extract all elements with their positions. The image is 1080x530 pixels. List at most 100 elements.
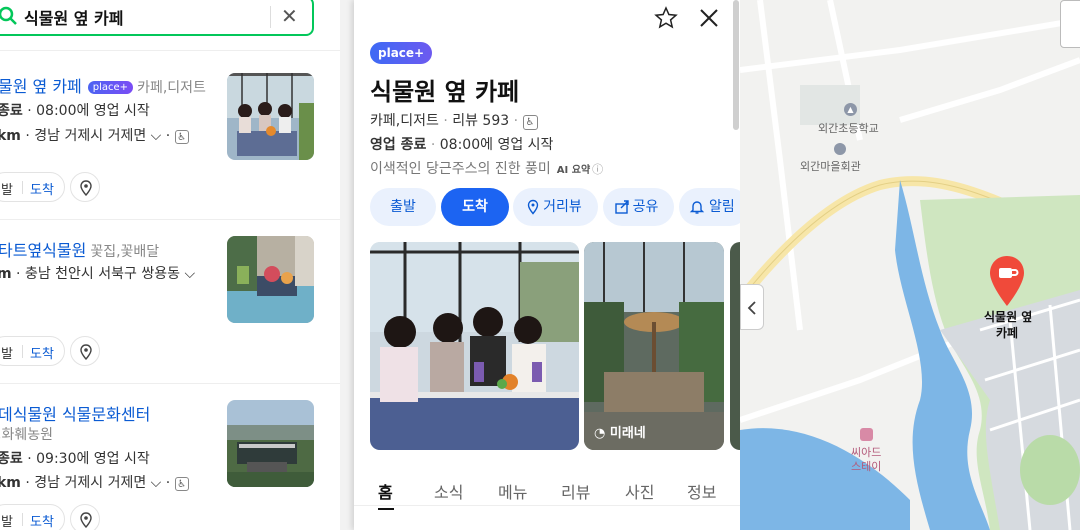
address-text: 충남 천안시 서북구 쌍용동 (24, 266, 180, 282)
alert-label: 알림 (709, 199, 735, 215)
map-canvas[interactable] (740, 0, 1080, 530)
location-pin-icon (80, 180, 92, 197)
share-button[interactable]: 공유 (603, 188, 674, 226)
school-icon: ▲ (844, 103, 857, 116)
tab-menu[interactable]: 메뉴 (498, 479, 527, 503)
globe-icon: ◔ (594, 426, 606, 441)
alert-button[interactable]: 알림 (679, 188, 749, 226)
place-pin-icon[interactable] (988, 254, 1026, 308)
divider (22, 345, 23, 358)
accessibility-icon: ♿ (174, 130, 189, 144)
search-icon (0, 6, 17, 25)
search-input[interactable]: 식물원 옆 카페 (24, 5, 123, 29)
chevron-down-icon[interactable]: ⌵ (151, 475, 162, 491)
result-address-row: km · 경남 거제시 거제면 ⌵ · ♿ (0, 125, 189, 145)
photo-caption: ◔ 미래네 (594, 422, 646, 441)
ai-summary-label: AI 요약 (556, 165, 591, 176)
location-pin-button[interactable] (70, 336, 100, 366)
arrive-button[interactable]: 도착 (30, 511, 54, 530)
result-category: 카페,디저트 (137, 80, 206, 96)
chevron-left-icon (747, 301, 756, 315)
location-pin-icon (527, 199, 539, 215)
result-title-row[interactable]: 타트옆식물원 꽃집,꽃배달 (0, 237, 159, 261)
close-icon[interactable] (698, 7, 720, 29)
chevron-down-icon[interactable]: ⌵ (184, 266, 195, 282)
divider (0, 50, 340, 51)
status-text: 영업 종료 (370, 137, 427, 153)
collapse-panel-button[interactable] (740, 284, 764, 330)
accessibility-icon: ♿ (522, 115, 538, 130)
map-label-school: 외간초등학교 (818, 122, 879, 135)
map-layer-control[interactable] (1060, 0, 1080, 48)
depart-button[interactable]: 발 (1, 179, 13, 198)
share-label: 공유 (632, 199, 659, 215)
secondary-photo[interactable]: ◔ 미래네 (584, 242, 724, 450)
results-panel: 식물원 옆 카페 ✕ 물원 옆 카페 place+ 카페,디저트 종료 · 08:0… (0, 0, 340, 530)
divider (0, 383, 340, 384)
result-address-row: km · 경남 거제시 거제면 ⌵ · ♿ (0, 472, 189, 492)
result-hours-row: 종료 · 09:30에 영업 시작 (0, 448, 150, 468)
distance-text: km (0, 475, 21, 491)
star-icon[interactable] (654, 6, 678, 30)
tab-info[interactable]: 정보 (687, 479, 716, 503)
tab-home[interactable]: 홈 (378, 479, 393, 503)
distance-text: m (0, 266, 12, 282)
active-tab-indicator (378, 508, 394, 510)
summary-text: 이색적인 당근주스의 진한 풍미 (370, 161, 551, 177)
street-view-label: 거리뷰 (543, 199, 582, 215)
divider (22, 513, 23, 526)
result-category: 꽃집,꽃배달 (90, 244, 160, 260)
chevron-down-icon[interactable]: ⌵ (151, 128, 162, 144)
arrive-button[interactable]: 도착 (30, 179, 54, 198)
review-count[interactable]: 리뷰 593 (452, 113, 509, 129)
map-label-hall: 외간마을회관 (800, 160, 861, 173)
address-text: 경남 거제시 거제면 (34, 128, 147, 144)
detail-scrollbar[interactable] (733, 0, 739, 130)
tab-news[interactable]: 소식 (434, 479, 463, 503)
address-text: 경남 거제시 거제면 (34, 475, 147, 491)
lodging-icon (860, 428, 873, 441)
depart-button[interactable]: 출발 (370, 188, 436, 226)
status-text: 종료 (0, 451, 23, 467)
depart-button[interactable]: 발 (1, 343, 13, 362)
category-row: 카페,디저트 · 리뷰 593 · ♿ (370, 110, 538, 130)
route-pill[interactable]: 발 도착 (0, 504, 65, 530)
depart-button[interactable]: 발 (1, 511, 13, 530)
result-title-row[interactable]: 물원 옆 카페 place+ 카페,디저트 (0, 73, 206, 97)
route-pill[interactable]: 발 도착 (0, 172, 65, 202)
place-plus-badge: place+ (87, 81, 134, 94)
status-text: 종료 (0, 103, 23, 119)
hours-text: 08:00에 영업 시작 (439, 137, 554, 153)
info-icon[interactable]: ⓘ (592, 163, 603, 176)
next-photo[interactable] (730, 242, 740, 450)
pin-label-2: 카페 (996, 326, 1019, 340)
hours-text: 08:00에 영업 시작 (36, 103, 150, 119)
result-title[interactable]: 물원 옆 카페 (0, 77, 82, 96)
location-pin-button[interactable] (70, 504, 100, 530)
result-category: ,화훼농원 (0, 427, 53, 443)
search-bar[interactable]: 식물원 옆 카페 ✕ (0, 0, 314, 36)
result-thumbnail[interactable] (227, 400, 314, 487)
location-pin-icon (80, 344, 92, 361)
result-address-row: m · 충남 천안시 서북구 쌍용동 ⌵ (0, 263, 195, 283)
main-photo[interactable] (370, 242, 579, 450)
arrive-button[interactable]: 도착 (30, 343, 54, 362)
tab-reviews[interactable]: 리뷰 (561, 479, 590, 503)
map-view[interactable]: 외간초등학교 ▲ 외간마을회관 씨아드 스테이 식물원 옆 카페 (740, 0, 1080, 530)
place-title: 식물원 옆 카페 (370, 78, 520, 106)
clear-search-icon[interactable]: ✕ (281, 4, 298, 28)
place-plus-badge: place+ (370, 42, 433, 64)
location-pin-button[interactable] (70, 172, 100, 202)
route-pill[interactable]: 발 도착 (0, 336, 65, 366)
tab-photos[interactable]: 사진 (625, 479, 654, 503)
result-thumbnail[interactable] (227, 73, 314, 160)
photo-caption-text: 미래네 (609, 426, 646, 441)
result-title[interactable]: 데식물원 식물문화센터 (0, 401, 150, 425)
detail-tabs: 홈 소식 메뉴 리뷰 사진 정보 (354, 466, 740, 506)
result-title[interactable]: 타트옆식물원 (0, 241, 86, 260)
street-view-button[interactable]: 거리뷰 (513, 188, 598, 226)
arrive-button[interactable]: 도착 (441, 188, 509, 226)
result-thumbnail[interactable] (227, 236, 314, 323)
place-detail-panel: place+ 식물원 옆 카페 카페,디저트 · 리뷰 593 · ♿ 영업 종… (354, 0, 749, 530)
hours-row[interactable]: 영업 종료 · 08:00에 영업 시작 (370, 134, 553, 154)
